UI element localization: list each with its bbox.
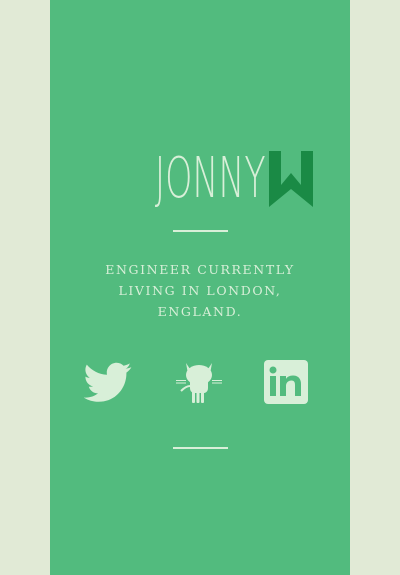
top-divider	[173, 230, 228, 232]
bottom-divider	[173, 447, 228, 449]
profile-card: JONNY ENGINEER CURRENTLY LIVING IN LONDO…	[50, 0, 350, 575]
twitter-link[interactable]	[84, 358, 132, 406]
github-link[interactable]	[175, 358, 223, 406]
twitter-icon	[84, 362, 132, 402]
w-ribbon-icon	[269, 151, 314, 207]
linkedin-icon	[264, 360, 308, 404]
brand-name: JONNY	[154, 146, 266, 211]
logo: JONNY	[50, 150, 350, 208]
tagline: ENGINEER CURRENTLY LIVING IN LONDON, ENG…	[105, 262, 295, 319]
github-icon	[176, 363, 222, 403]
linkedin-link[interactable]	[264, 360, 308, 404]
